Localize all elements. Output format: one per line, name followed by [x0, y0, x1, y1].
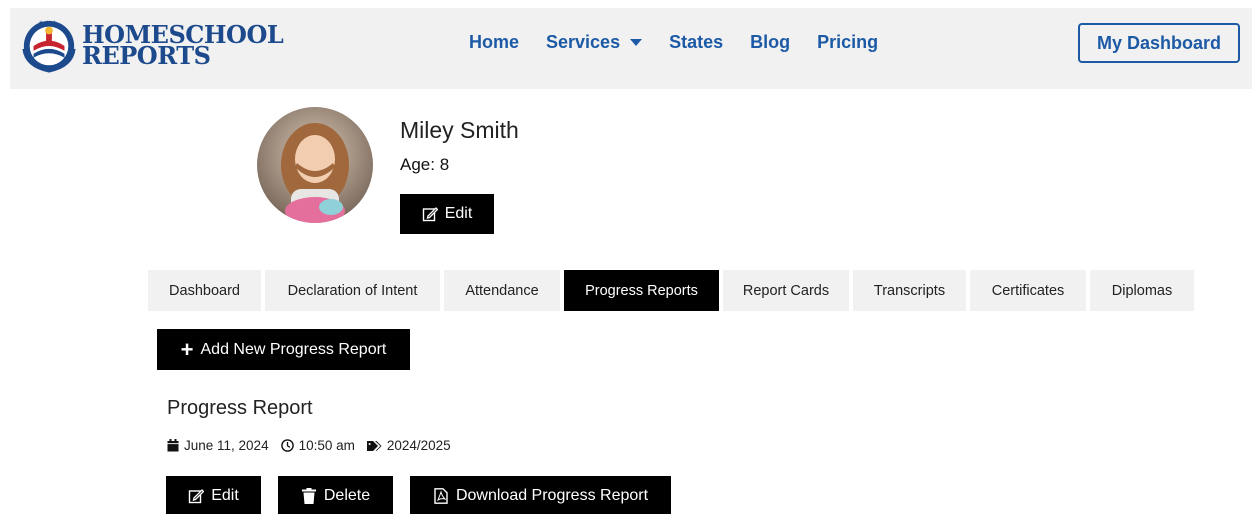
pdf-icon: [433, 488, 449, 504]
edit-student-button[interactable]: Edit: [400, 194, 494, 234]
delete-report-button[interactable]: Delete: [278, 476, 393, 514]
site-header: ★ ★ ★ HOMESCHOOL REPORTS Home Services S…: [10, 8, 1252, 89]
edit-icon: [422, 206, 438, 222]
tab-certificates[interactable]: Certificates: [970, 270, 1086, 311]
my-dashboard-button[interactable]: My Dashboard: [1078, 23, 1240, 63]
edit-report-label: Edit: [211, 487, 239, 504]
report-time: 10:50 am: [280, 438, 355, 453]
download-progress-report-button[interactable]: Download Progress Report: [410, 476, 671, 514]
nav-pricing[interactable]: Pricing: [817, 32, 878, 53]
report-date: June 11, 2024: [167, 438, 269, 453]
edit-icon: [188, 488, 205, 504]
report-school-year: 2024/2025: [366, 438, 451, 453]
student-avatar: [257, 107, 373, 223]
tab-declaration-of-intent[interactable]: Declaration of Intent: [265, 270, 440, 311]
report-meta: June 11, 2024 10:50 am 2024/2025: [167, 438, 463, 453]
tab-diplomas[interactable]: Diplomas: [1090, 270, 1194, 311]
edit-report-button[interactable]: Edit: [166, 476, 261, 514]
tab-transcripts[interactable]: Transcripts: [853, 270, 966, 311]
tab-progress-reports[interactable]: Progress Reports: [564, 270, 719, 311]
nav-states[interactable]: States: [669, 32, 723, 53]
report-time-text: 10:50 am: [298, 438, 355, 453]
tab-report-cards[interactable]: Report Cards: [723, 270, 849, 311]
calendar-icon: [167, 439, 179, 452]
delete-report-label: Delete: [323, 487, 371, 504]
student-age: Age: 8: [400, 155, 450, 174]
emblem-logo-icon: ★ ★ ★: [22, 20, 76, 73]
add-new-label: Add New Progress Report: [200, 340, 387, 358]
report-date-text: June 11, 2024: [184, 438, 269, 453]
nav-home[interactable]: Home: [469, 32, 519, 53]
tab-dashboard[interactable]: Dashboard: [148, 270, 261, 311]
clock-icon: [280, 439, 294, 452]
site-logo[interactable]: ★ ★ ★ HOMESCHOOL REPORTS: [20, 16, 284, 74]
add-new-progress-report-button[interactable]: + Add New Progress Report: [157, 329, 410, 370]
edit-student-label: Edit: [444, 205, 473, 222]
nav-services[interactable]: Services: [546, 32, 643, 53]
student-tabs: Dashboard Declaration of Intent Attendan…: [148, 270, 1198, 311]
nav-services-label: Services: [546, 32, 621, 52]
student-name: Miley Smith: [400, 117, 519, 143]
report-school-year-text: 2024/2025: [386, 438, 451, 453]
trash-icon: [301, 488, 317, 504]
main-nav: Home Services States Blog Pricing: [469, 32, 905, 53]
nav-blog[interactable]: Blog: [750, 32, 790, 53]
report-title: Progress Report: [167, 397, 313, 419]
svg-text:★ ★ ★: ★ ★ ★: [38, 20, 57, 27]
download-report-label: Download Progress Report: [455, 487, 649, 504]
tab-attendance[interactable]: Attendance: [444, 270, 560, 311]
tag-icon: [366, 440, 382, 451]
plus-icon: +: [180, 336, 194, 362]
caret-down-icon: [630, 39, 643, 46]
